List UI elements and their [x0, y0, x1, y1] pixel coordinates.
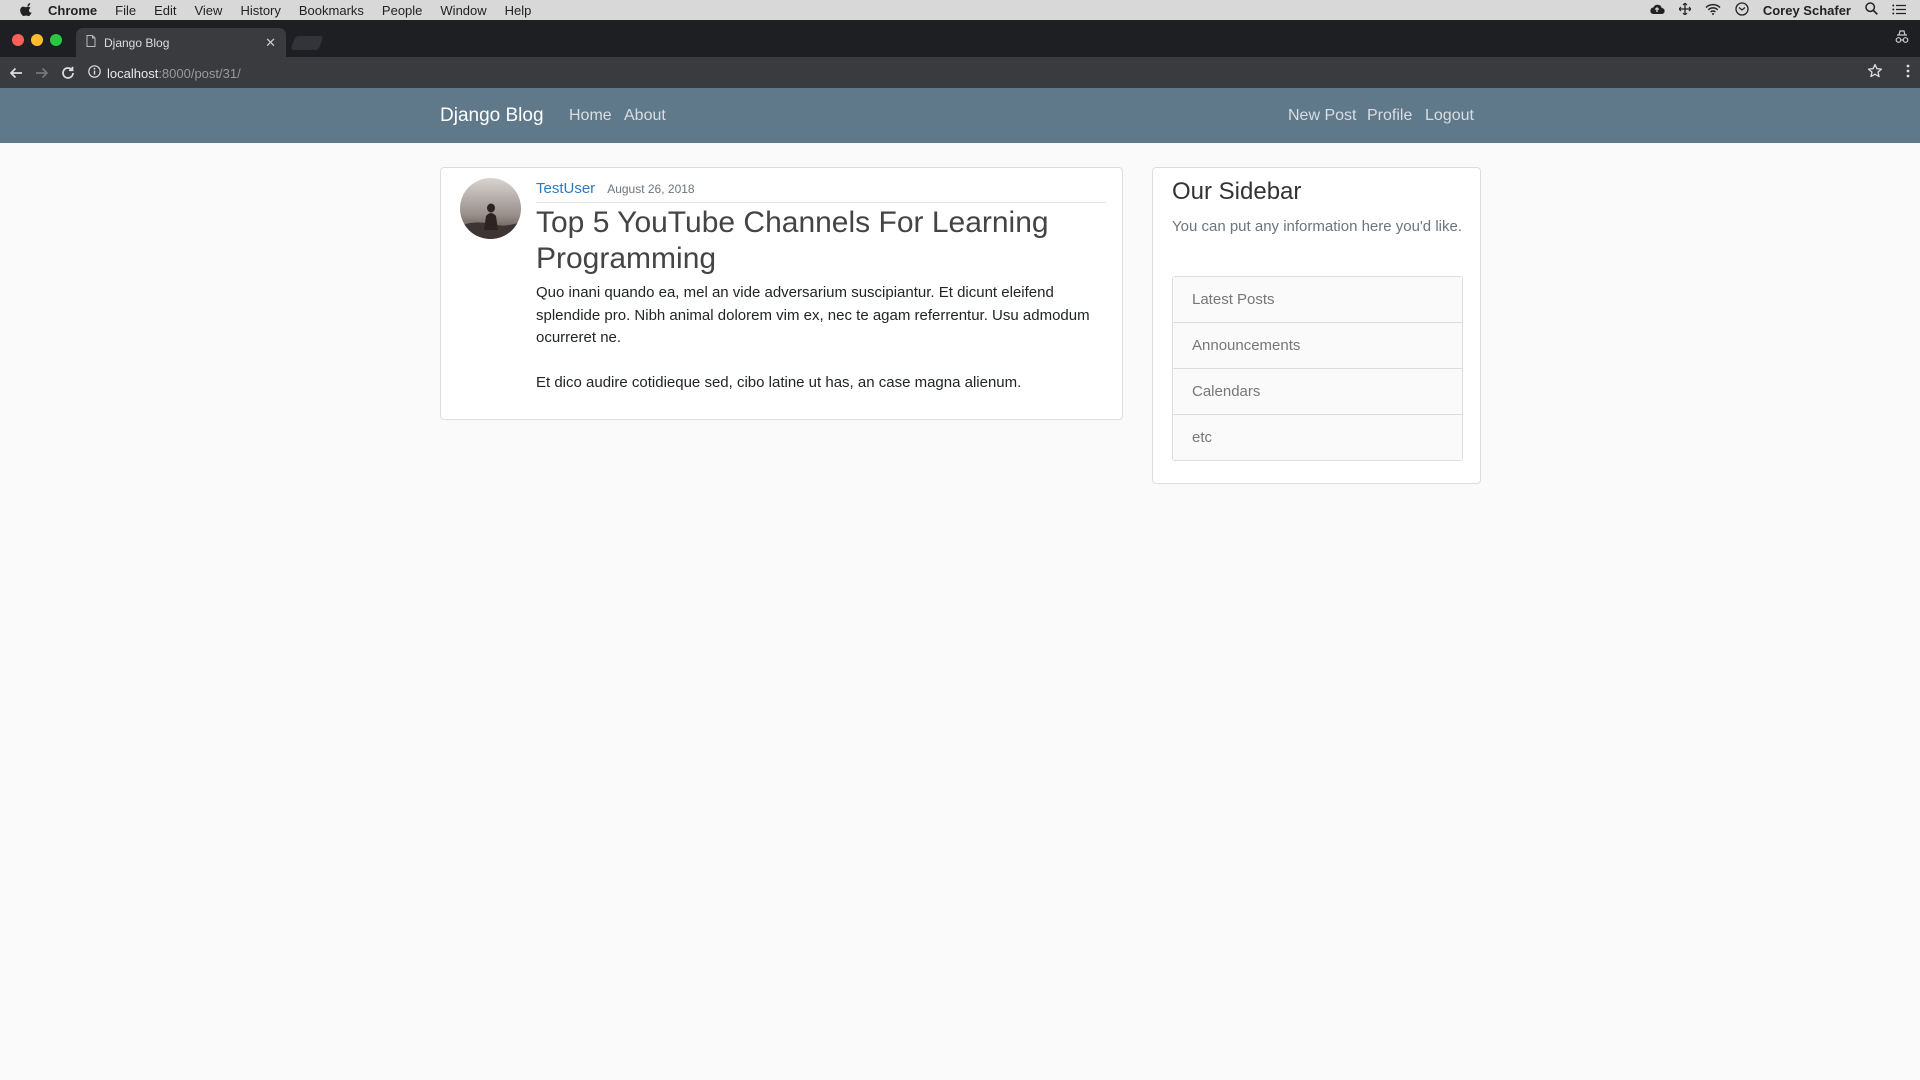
reload-icon[interactable]: [58, 63, 78, 83]
window-close-button[interactable]: [12, 34, 24, 46]
menu-edit[interactable]: Edit: [154, 3, 176, 18]
sidebar-title: Our Sidebar: [1172, 178, 1302, 205]
sidebar-item-calendars[interactable]: Calendars: [1173, 369, 1462, 415]
site-brand[interactable]: Django Blog: [440, 88, 544, 143]
browser-tab[interactable]: Django Blog ✕: [76, 28, 286, 57]
sidebar: Our Sidebar You can put any information …: [1152, 167, 1481, 484]
nav-link-profile[interactable]: Profile: [1367, 88, 1412, 143]
back-arrow-icon[interactable]: [6, 63, 26, 83]
tab-close-icon[interactable]: ✕: [265, 35, 276, 51]
url-host: localhost: [107, 65, 159, 81]
cloud-upload-icon[interactable]: [1649, 3, 1665, 18]
post-author-link[interactable]: TestUser: [536, 180, 595, 197]
site-info-icon[interactable]: [88, 65, 101, 81]
nav-link-home[interactable]: Home: [569, 88, 612, 143]
new-tab-button[interactable]: [290, 36, 324, 50]
menu-history[interactable]: History: [240, 3, 280, 18]
apple-icon[interactable]: [20, 3, 34, 17]
window-zoom-button[interactable]: [50, 34, 62, 46]
spotlight-search-icon[interactable]: [1865, 2, 1878, 18]
post-paragraph: Et dico audire cotidieque sed, cibo lati…: [536, 373, 1022, 391]
menu-window[interactable]: Window: [440, 3, 486, 18]
browser-tab-strip: Django Blog ✕: [0, 20, 1920, 57]
forward-arrow-icon[interactable]: [32, 63, 52, 83]
sidebar-item-latest-posts[interactable]: Latest Posts: [1173, 277, 1462, 323]
tab-title: Django Blog: [104, 35, 170, 50]
nav-link-logout[interactable]: Logout: [1425, 88, 1474, 143]
post-content: Quo inani quando ea, mel an vide adversa…: [536, 282, 1106, 416]
url-path: :8000/post/31/: [158, 65, 241, 81]
post-card: TestUser August 26, 2018 Top 5 YouTube C…: [440, 167, 1123, 420]
clock-icon[interactable]: [1735, 1, 1749, 19]
menu-chrome[interactable]: Chrome: [48, 3, 97, 18]
page-icon: [86, 35, 96, 50]
menu-file[interactable]: File: [115, 3, 136, 18]
address-bar[interactable]: localhost:8000/post/31/: [88, 63, 1884, 83]
bookmark-star-icon[interactable]: [1867, 63, 1883, 84]
macos-menu-bar: Chrome File Edit View History Bookmarks …: [0, 0, 1920, 20]
post-date: August 26, 2018: [607, 182, 695, 196]
nav-link-new-post[interactable]: New Post: [1288, 88, 1356, 143]
browser-menu-icon[interactable]: [1906, 64, 1910, 83]
user-name[interactable]: Corey Schafer: [1763, 3, 1851, 18]
notification-center-icon[interactable]: [1892, 3, 1906, 18]
menu-people[interactable]: People: [382, 3, 422, 18]
nav-link-about[interactable]: About: [624, 88, 666, 143]
avatar: [460, 178, 521, 239]
site-navbar: Django Blog Home About New Post Profile …: [0, 88, 1920, 143]
sidebar-item-etc[interactable]: etc: [1173, 415, 1462, 460]
menu-view[interactable]: View: [194, 3, 222, 18]
menu-bookmarks[interactable]: Bookmarks: [299, 3, 364, 18]
status-area: Corey Schafer: [1649, 0, 1906, 20]
window-minimize-button[interactable]: [31, 34, 43, 46]
sidebar-item-announcements[interactable]: Announcements: [1173, 323, 1462, 369]
incognito-icon[interactable]: [1894, 30, 1910, 49]
post-title: Top 5 YouTube Channels For Learning Prog…: [536, 206, 1049, 275]
move-icon[interactable]: [1678, 1, 1692, 18]
post-paragraph: Quo inani quando ea, mel an vide adversa…: [536, 284, 1090, 346]
post-meta: TestUser August 26, 2018: [536, 180, 1106, 203]
wifi-icon[interactable]: [1705, 3, 1721, 18]
sidebar-description: You can put any information here you'd l…: [1172, 218, 1462, 235]
sidebar-list: Latest Posts Announcements Calendars etc: [1172, 276, 1463, 461]
menu-help[interactable]: Help: [505, 3, 532, 18]
